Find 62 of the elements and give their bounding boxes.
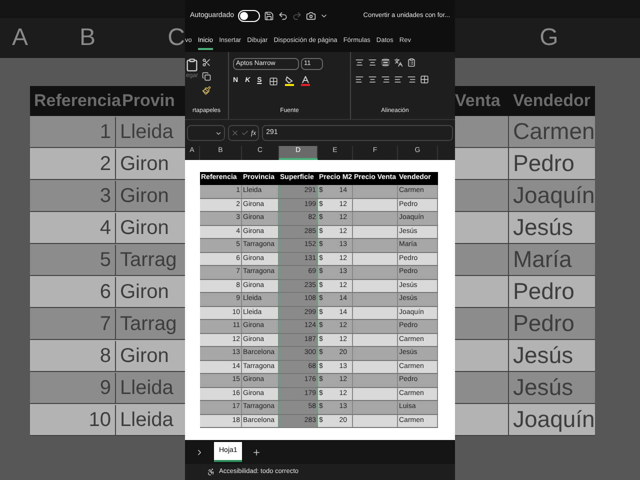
column-letter: C — [166, 23, 185, 53]
accessibility-icon — [207, 468, 215, 476]
table-cell-text: Giron — [119, 152, 169, 176]
align-top-icon[interactable] — [355, 58, 364, 67]
table-cell-text: Joaquín — [512, 405, 595, 434]
column-letter: B — [78, 23, 96, 53]
align-bottom-icon[interactable] — [381, 58, 390, 67]
scroll-tabs-icon[interactable] — [195, 448, 204, 456]
table-cell: 8 — [30, 340, 116, 370]
table-cell-text: Pedro — [512, 309, 574, 338]
font-color-icon[interactable] — [300, 76, 310, 86]
table-cell-text: Lleida — [119, 408, 174, 432]
fill-color-icon[interactable] — [284, 76, 294, 86]
table-cell-text: María — [512, 245, 572, 274]
align-right-icon[interactable] — [381, 75, 390, 84]
table-cell-text: Tarrag — [119, 312, 177, 336]
save-icon[interactable] — [264, 11, 274, 21]
format-painter-icon[interactable] — [202, 86, 211, 95]
enter-icon[interactable] — [241, 129, 249, 137]
table-cell-text: Jesús — [512, 213, 574, 242]
table-cell: 9 — [30, 372, 116, 402]
paste-icon[interactable] — [185, 58, 199, 72]
table-cell-text: Giron — [119, 344, 169, 368]
table-cell: 6 — [30, 276, 116, 306]
header-cell-text: Provin — [121, 90, 175, 112]
align-left-icon[interactable] — [355, 75, 364, 84]
table-cell-text: Pedro — [512, 277, 574, 306]
camera-icon[interactable] — [306, 11, 316, 21]
table-cell: 4 — [30, 212, 116, 242]
cut-icon[interactable] — [202, 58, 211, 67]
header-cell-text: Vendedor — [512, 90, 590, 112]
table-cell: 1 — [30, 116, 116, 146]
table-cell: 10 — [30, 404, 116, 434]
table-cell-text: Carmen — [512, 117, 595, 146]
cancel-icon[interactable] — [231, 129, 239, 137]
copy-icon[interactable] — [202, 72, 211, 81]
table-cell-text: Tarrag — [119, 248, 177, 272]
table-cell: 7 — [30, 308, 116, 338]
align-middle-icon[interactable] — [368, 58, 377, 67]
table-cell-text: Joaquín — [512, 181, 595, 210]
undo-icon[interactable] — [278, 11, 288, 21]
table-cell-text: Giron — [119, 280, 169, 304]
redo-icon[interactable] — [292, 11, 302, 21]
column-letter: G — [538, 23, 560, 53]
table-cell-text: Jesús — [512, 341, 574, 370]
header-cell-text: Venta — [455, 90, 502, 112]
table-cell-text: Jesús — [512, 373, 574, 402]
table-cell-text: Lleida — [119, 376, 174, 400]
table-cell: 3 — [30, 180, 116, 210]
table-cell-text: Pedro — [512, 149, 574, 178]
table-cell-text: Lleida — [119, 120, 174, 144]
column-letter: A — [10, 23, 29, 53]
add-sheet-icon[interactable] — [252, 448, 262, 456]
table-cell: 2 — [30, 148, 116, 178]
align-center-icon[interactable] — [368, 75, 377, 84]
table-cell-text: Giron — [119, 216, 169, 240]
borders-icon[interactable] — [268, 76, 278, 86]
merge-icon[interactable] — [420, 75, 429, 84]
table-cell: 5 — [30, 244, 116, 274]
autosave-toggle[interactable] — [238, 10, 260, 22]
customize-icon[interactable] — [320, 12, 328, 20]
table-cell-text: Giron — [119, 184, 169, 208]
